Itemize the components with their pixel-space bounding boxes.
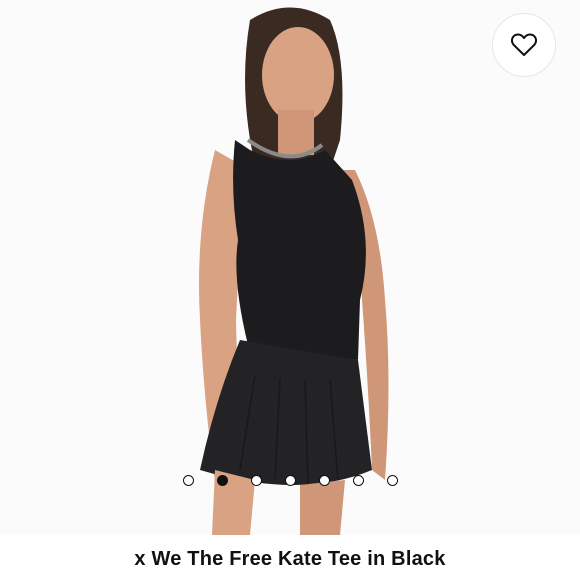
heart-icon: [511, 33, 537, 56]
wishlist-button[interactable]: [492, 13, 556, 77]
product-title: x We The Free Kate Tee in Black: [134, 548, 446, 570]
carousel-dot[interactable]: [250, 474, 262, 486]
carousel-dot[interactable]: [318, 474, 330, 486]
carousel-dots: [0, 472, 580, 488]
carousel-dot[interactable]: [182, 474, 194, 486]
carousel-dot[interactable]: [352, 474, 364, 486]
product-image[interactable]: [0, 0, 580, 535]
carousel-dot[interactable]: [216, 474, 228, 486]
carousel-dot[interactable]: [386, 474, 398, 486]
carousel-dot[interactable]: [284, 474, 296, 486]
model-photo: [0, 0, 580, 535]
